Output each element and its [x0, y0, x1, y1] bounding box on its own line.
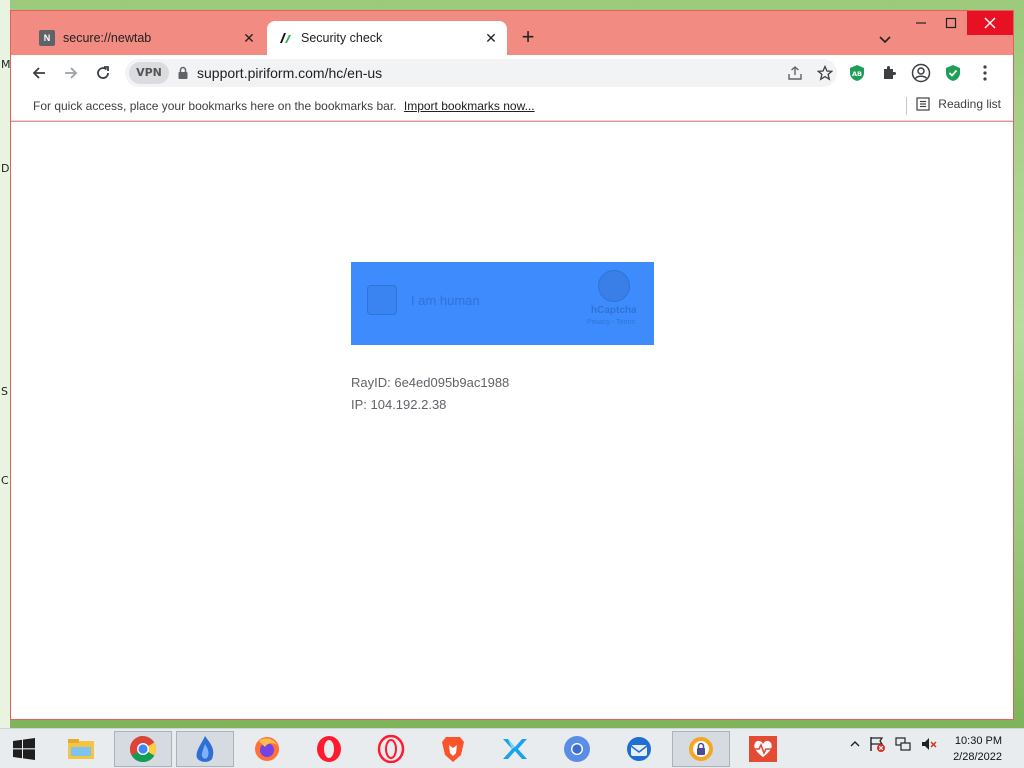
minimize-button[interactable]: [907, 11, 935, 35]
desktop-icon-label[interactable]: D: [1, 162, 9, 175]
captcha-checkbox[interactable]: [367, 285, 397, 315]
forward-arrow-icon: [65, 67, 78, 79]
app-blue-flame-taskbar-icon[interactable]: [176, 731, 234, 767]
adblock-extension-icon[interactable]: AB: [843, 59, 871, 87]
bookmarks-bar: For quick access, place your bookmarks h…: [11, 91, 1013, 121]
firefox-taskbar-icon[interactable]: [238, 731, 296, 767]
reading-list-button[interactable]: Reading list: [916, 97, 1001, 111]
opera-gx-taskbar-icon[interactable]: [362, 731, 420, 767]
windows-logo-icon: [13, 738, 35, 760]
divider: [906, 97, 907, 115]
reload-button[interactable]: [89, 59, 117, 87]
bookmark-star-icon[interactable]: [815, 63, 835, 83]
reading-list-label: Reading list: [938, 97, 1001, 111]
tab-title: Security check: [301, 31, 383, 45]
close-window-button[interactable]: [967, 11, 1013, 35]
navigation-toolbar: VPN support.piriform.com/hc/en-us AB: [11, 55, 1013, 91]
ip-address: IP: 104.192.2.38: [351, 397, 447, 412]
back-button[interactable]: [25, 59, 53, 87]
new-tab-button[interactable]: +: [515, 25, 541, 51]
maximize-button[interactable]: [937, 11, 965, 35]
ray-info: RayID: 6e4ed095b9ac1988 IP: 104.192.2.38: [351, 372, 509, 416]
back-arrow-icon: [32, 67, 45, 79]
title-bar: N secure://newtab ✕ Security check ✕ +: [11, 11, 1013, 55]
reload-icon: [97, 66, 109, 79]
clock-date: 2/28/2022: [953, 751, 1002, 763]
show-hidden-icons-chevron-icon[interactable]: [850, 739, 860, 749]
desktop-icon-label[interactable]: C: [1, 474, 9, 487]
extension-badge: AB: [852, 70, 862, 78]
chromium-taskbar-icon[interactable]: [548, 731, 606, 767]
health-app-taskbar-icon[interactable]: [734, 731, 792, 767]
taskbar: 10:30 PM 2/28/2022: [0, 728, 1024, 768]
hcaptcha-widget[interactable]: I am human hCaptcha Privacy - Terms: [351, 262, 654, 345]
forward-button[interactable]: [57, 59, 85, 87]
captcha-checkbox-label[interactable]: I am human: [411, 293, 480, 308]
tab-search-chevron-icon[interactable]: [875, 29, 895, 49]
page-content: I am human hCaptcha Privacy - Terms RayI…: [11, 122, 1013, 719]
profile-avatar-icon[interactable]: [907, 59, 935, 87]
reading-list-icon: [916, 97, 930, 111]
vpn-button[interactable]: VPN: [129, 62, 169, 84]
file-explorer-taskbar-icon[interactable]: [52, 731, 110, 767]
taskbar-clock[interactable]: 10:30 PM 2/28/2022: [953, 733, 1002, 765]
chrome-taskbar-icon[interactable]: [114, 731, 172, 767]
captcha-legal-links[interactable]: Privacy - Terms: [587, 319, 635, 326]
desktop-icon-label[interactable]: S: [1, 385, 8, 398]
close-tab-icon[interactable]: ✕: [239, 28, 259, 48]
lock-icon[interactable]: [177, 66, 189, 80]
network-icon[interactable]: [894, 735, 912, 753]
url-text[interactable]: support.piriform.com/hc/en-us: [197, 65, 382, 81]
tab-title: secure://newtab: [63, 31, 152, 45]
bookmarks-hint: For quick access, place your bookmarks h…: [33, 99, 535, 113]
start-button[interactable]: [6, 735, 42, 763]
security-shield-icon[interactable]: [939, 59, 967, 87]
import-bookmarks-link[interactable]: Import bookmarks now...: [404, 99, 535, 113]
app-x-taskbar-icon[interactable]: [486, 731, 544, 767]
ray-id: RayID: 6e4ed095b9ac1988: [351, 375, 510, 390]
hcaptcha-logo-icon: [598, 270, 630, 302]
secure-browser-taskbar-icon[interactable]: [672, 731, 730, 767]
browser-window: N secure://newtab ✕ Security check ✕ + V…: [10, 10, 1014, 720]
desktop-icons-strip: M D S C: [0, 0, 11, 728]
system-tray: [850, 735, 938, 753]
opera-taskbar-icon[interactable]: [300, 731, 358, 767]
address-bar[interactable]: VPN support.piriform.com/hc/en-us: [125, 59, 837, 87]
tab-security-check[interactable]: Security check ✕: [267, 21, 507, 55]
thunderbird-taskbar-icon[interactable]: [610, 731, 668, 767]
brave-taskbar-icon[interactable]: [424, 731, 482, 767]
newtab-favicon-icon: N: [39, 30, 55, 46]
volume-muted-icon[interactable]: [920, 735, 938, 753]
menu-kebab-icon[interactable]: [971, 59, 999, 87]
piriform-favicon-icon: [277, 30, 293, 46]
tab-newtab[interactable]: N secure://newtab ✕: [29, 21, 265, 55]
close-tab-icon[interactable]: ✕: [481, 28, 501, 48]
hcaptcha-brand: hCaptcha: [591, 305, 637, 316]
action-center-flag-icon[interactable]: [868, 735, 886, 753]
bookmarks-message: For quick access, place your bookmarks h…: [33, 99, 397, 113]
clock-time: 10:30 PM: [954, 735, 1002, 747]
extensions-puzzle-icon[interactable]: [875, 59, 903, 87]
share-icon[interactable]: [785, 63, 805, 83]
